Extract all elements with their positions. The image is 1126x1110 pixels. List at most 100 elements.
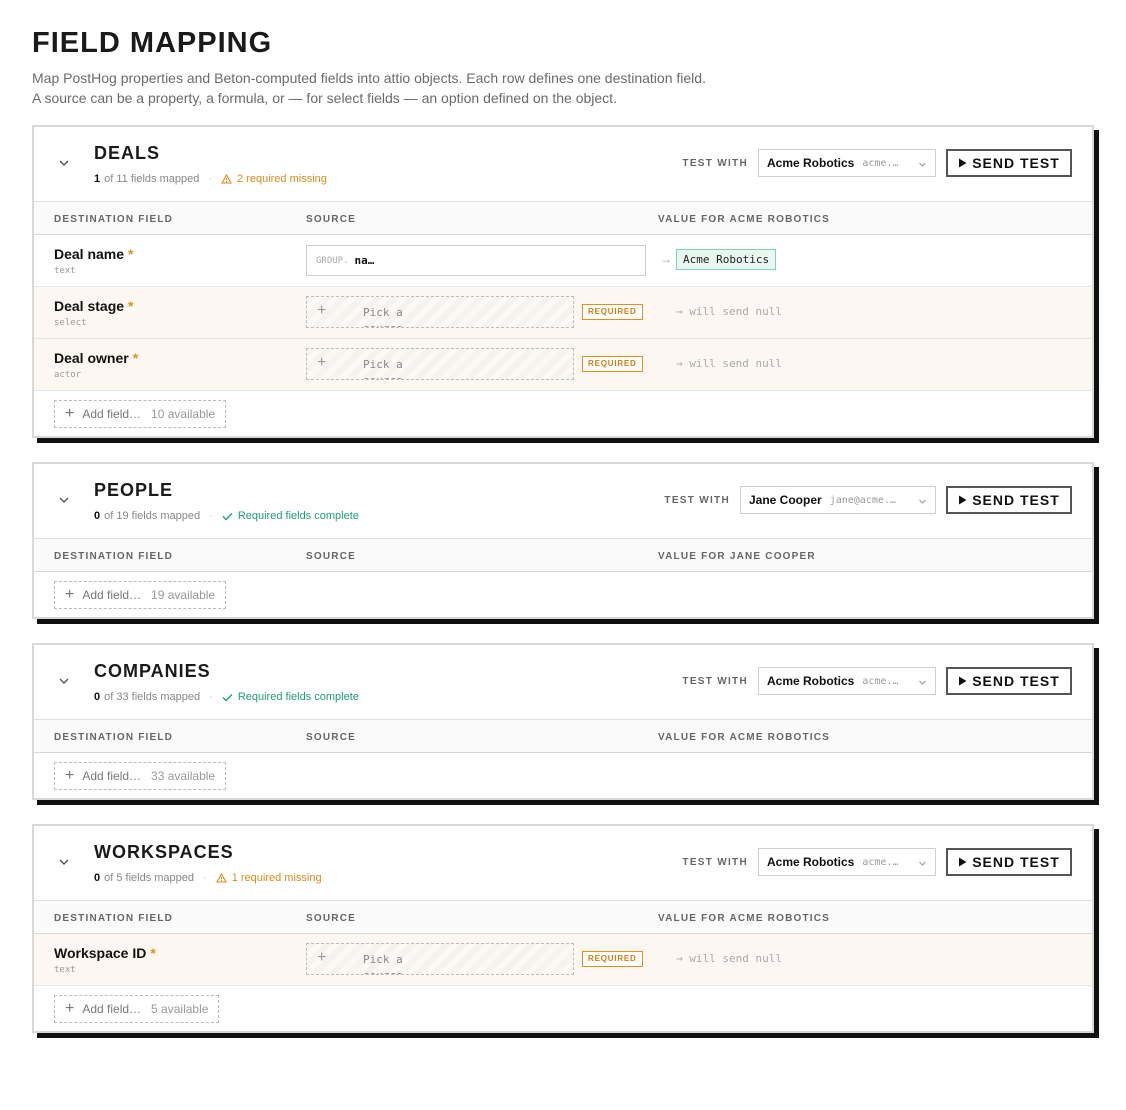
field-name: Deal stage * [54,298,134,314]
chevron-down-icon[interactable] [58,856,74,872]
status-warning: 1 required missing [215,872,322,884]
status-complete: Required fields complete [222,510,359,522]
test-record-name: Jane Cooper [749,493,822,507]
add-field-label: Add field… [82,588,142,602]
select-caret-icon [918,495,927,509]
field-type: select [54,318,87,328]
available-count: 5 available [151,1002,209,1016]
test-record-email: jane@acme.… [829,494,896,506]
add-field-button[interactable]: + Add field… 19 available [54,581,227,609]
add-field-button[interactable]: + Add field… 10 available [54,400,227,428]
col-source: SOURCE [306,732,356,743]
field-name: Deal name * [54,246,134,262]
object-card-workspaces: WORKSPACES 0 of 5 fields mapped · 1 requ… [32,824,1094,1033]
object-title: COMPANIES [94,661,211,681]
send-test-button[interactable]: SEND TEST [946,848,1072,876]
send-test-label: SEND TEST [972,155,1060,171]
status-complete: Required fields complete [222,691,359,703]
chevron-down-icon[interactable] [58,157,74,173]
null-preview: → will send null [676,357,782,370]
null-preview: → will send null [676,952,782,965]
page-title: FIELD MAPPING [32,27,273,59]
status-text: Required fields complete [237,691,359,703]
add-field-row: + Add field… 19 available [34,572,1092,617]
send-test-button[interactable]: SEND TEST [946,149,1072,177]
plus-icon: + [65,586,75,603]
test-record-select[interactable]: Acme Robotics acme.… [758,667,936,695]
col-destination: DESTINATION FIELD [54,214,174,225]
object-card-people: PEOPLE 0 of 19 fields mapped · Required … [32,462,1094,619]
pick-source-button[interactable]: + Pick a source… [306,296,574,328]
object-card-companies: COMPANIES 0 of 33 fields mapped · Requir… [32,643,1094,800]
field-type: actor [54,370,82,380]
warning-triangle-icon [221,174,232,184]
source-prefix: GROUP. [316,255,349,266]
field-name: Deal owner * [54,350,138,366]
source-input[interactable]: GROUP. na… [306,245,646,276]
meta-separator: · [209,510,213,522]
pick-source-label: Pick a source… [363,953,409,974]
mapped-total: of 33 fields mapped [104,691,201,703]
test-record-select[interactable]: Jane Cooper jane@acme.… [740,486,936,514]
column-header: DESTINATION FIELD SOURCE VALUE FOR JANE … [34,538,1092,572]
field-type: text [54,266,76,276]
test-record-email: acme.… [862,157,899,169]
required-badge: REQUIRED [582,951,643,967]
test-record-email: acme.… [862,856,899,868]
status-warning: 2 required missing [221,173,327,185]
send-test-button[interactable]: SEND TEST [946,667,1072,695]
send-test-button[interactable]: SEND TEST [946,486,1072,514]
play-icon [959,857,967,867]
source-value: na… [354,254,375,267]
object-meta: 0 of 33 fields mapped · Required fields … [94,691,359,703]
required-star: * [128,298,134,314]
test-controls: TEST WITH Jane Cooper jane@acme.… SEND T… [664,486,1072,514]
add-field-label: Add field… [82,1002,142,1016]
available-count: 33 available [151,769,216,783]
meta-separator: · [209,691,213,703]
required-star: * [128,246,134,262]
chevron-down-icon[interactable] [58,675,74,691]
chevron-down-icon[interactable] [58,494,74,510]
select-caret-icon [918,158,927,172]
test-with-label: TEST WITH [664,494,730,506]
pick-source-label: Pick a source… [363,306,409,327]
card-header: PEOPLE 0 of 19 fields mapped · Required … [34,464,1092,538]
object-meta: 0 of 5 fields mapped · 1 required missin… [94,872,322,884]
test-record-name: Acme Robotics [767,855,855,869]
status-text: 1 required missing [231,872,322,884]
test-with-label: TEST WITH [682,675,748,687]
plus-icon: + [65,405,75,422]
pick-source-button[interactable]: + Pick a source… [306,943,574,975]
test-record-select[interactable]: Acme Robotics acme.… [758,848,936,876]
column-header: DESTINATION FIELD SOURCE VALUE FOR ACME … [34,201,1092,235]
add-field-button[interactable]: + Add field… 5 available [54,995,220,1023]
page-description: Map PostHog properties and Beton-compute… [32,70,706,106]
add-field-button[interactable]: + Add field… 33 available [54,762,227,790]
card-header: DEALS 1 of 11 fields mapped · 2 required… [34,127,1092,201]
status-text: Required fields complete [237,510,359,522]
test-record-select[interactable]: Acme Robotics acme.… [758,149,936,177]
mapping-row: Workspace ID* text + Pick a source… REQU… [34,934,1092,986]
mapped-total: of 19 fields mapped [104,510,201,522]
test-controls: TEST WITH Acme Robotics acme.… SEND TEST [682,848,1072,876]
pick-source-button[interactable]: + Pick a source… [306,348,574,380]
pick-source-label: Pick a source… [363,358,409,379]
plus-icon: + [65,1000,75,1017]
field-name: Workspace ID * [54,945,156,961]
add-field-label: Add field… [82,769,142,783]
status-text: 2 required missing [237,173,327,185]
check-icon [222,693,233,701]
select-caret-icon [918,676,927,690]
send-test-label: SEND TEST [972,854,1060,870]
col-destination: DESTINATION FIELD [54,913,174,924]
column-header: DESTINATION FIELD SOURCE VALUE FOR ACME … [34,900,1092,934]
play-icon [959,158,967,168]
col-destination: DESTINATION FIELD [54,732,174,743]
send-test-label: SEND TEST [972,492,1060,508]
card-header: WORKSPACES 0 of 5 fields mapped · 1 requ… [34,826,1092,900]
mapping-row: Deal stage* select + Pick a source… REQU… [34,287,1092,339]
col-source: SOURCE [306,551,356,562]
test-with-label: TEST WITH [682,157,748,169]
required-badge: REQUIRED [582,304,643,320]
